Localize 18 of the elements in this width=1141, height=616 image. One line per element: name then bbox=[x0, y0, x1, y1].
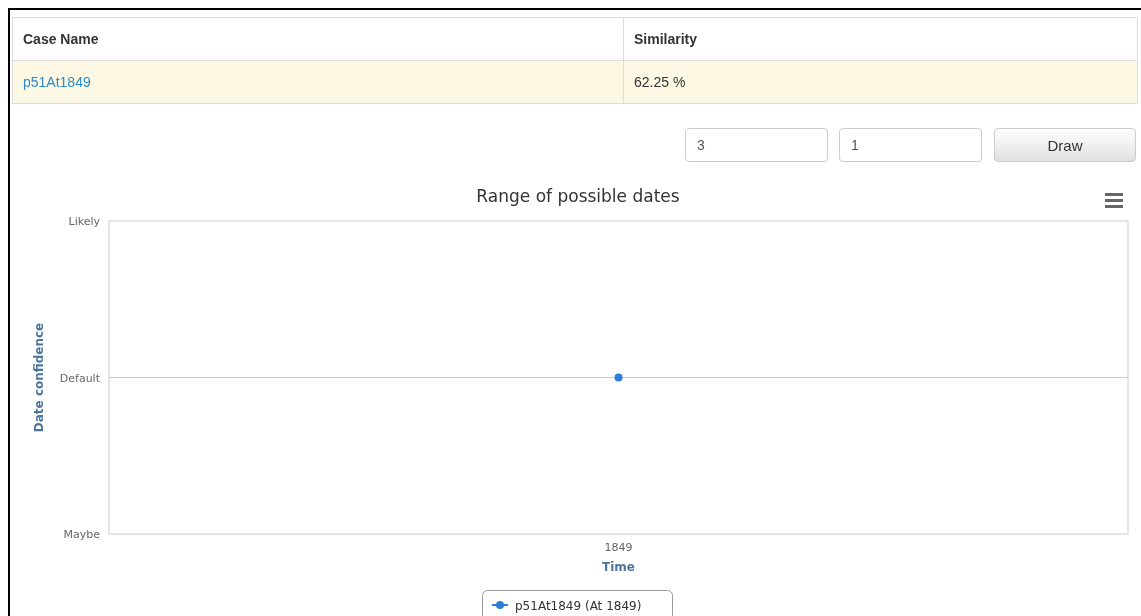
data-point bbox=[614, 373, 623, 382]
legend-marker-icon bbox=[491, 601, 509, 609]
axis-title: Time bbox=[602, 560, 635, 574]
column-header: Case Name bbox=[12, 17, 624, 61]
column-header: Similarity bbox=[623, 17, 1138, 61]
tick-label: Default bbox=[59, 371, 100, 385]
tick-label: Likely bbox=[68, 215, 100, 228]
chart-title: Range of possible dates bbox=[476, 186, 680, 206]
tick-label: 1849 bbox=[604, 541, 633, 554]
input-field[interactable]: 3 bbox=[685, 128, 828, 162]
draw-button[interactable]: Draw bbox=[994, 128, 1136, 162]
tick-label: Maybe bbox=[63, 528, 100, 541]
legend-item[interactable]: p51At1849 (At 1849) bbox=[515, 599, 642, 613]
input-field[interactable]: 1 bbox=[839, 128, 982, 162]
table-cell: 62.25 % bbox=[623, 60, 1138, 104]
menu-icon[interactable] bbox=[1105, 193, 1123, 208]
case-link[interactable]: p51At1849 bbox=[23, 74, 91, 90]
axis-title: Date confidence bbox=[32, 322, 46, 433]
